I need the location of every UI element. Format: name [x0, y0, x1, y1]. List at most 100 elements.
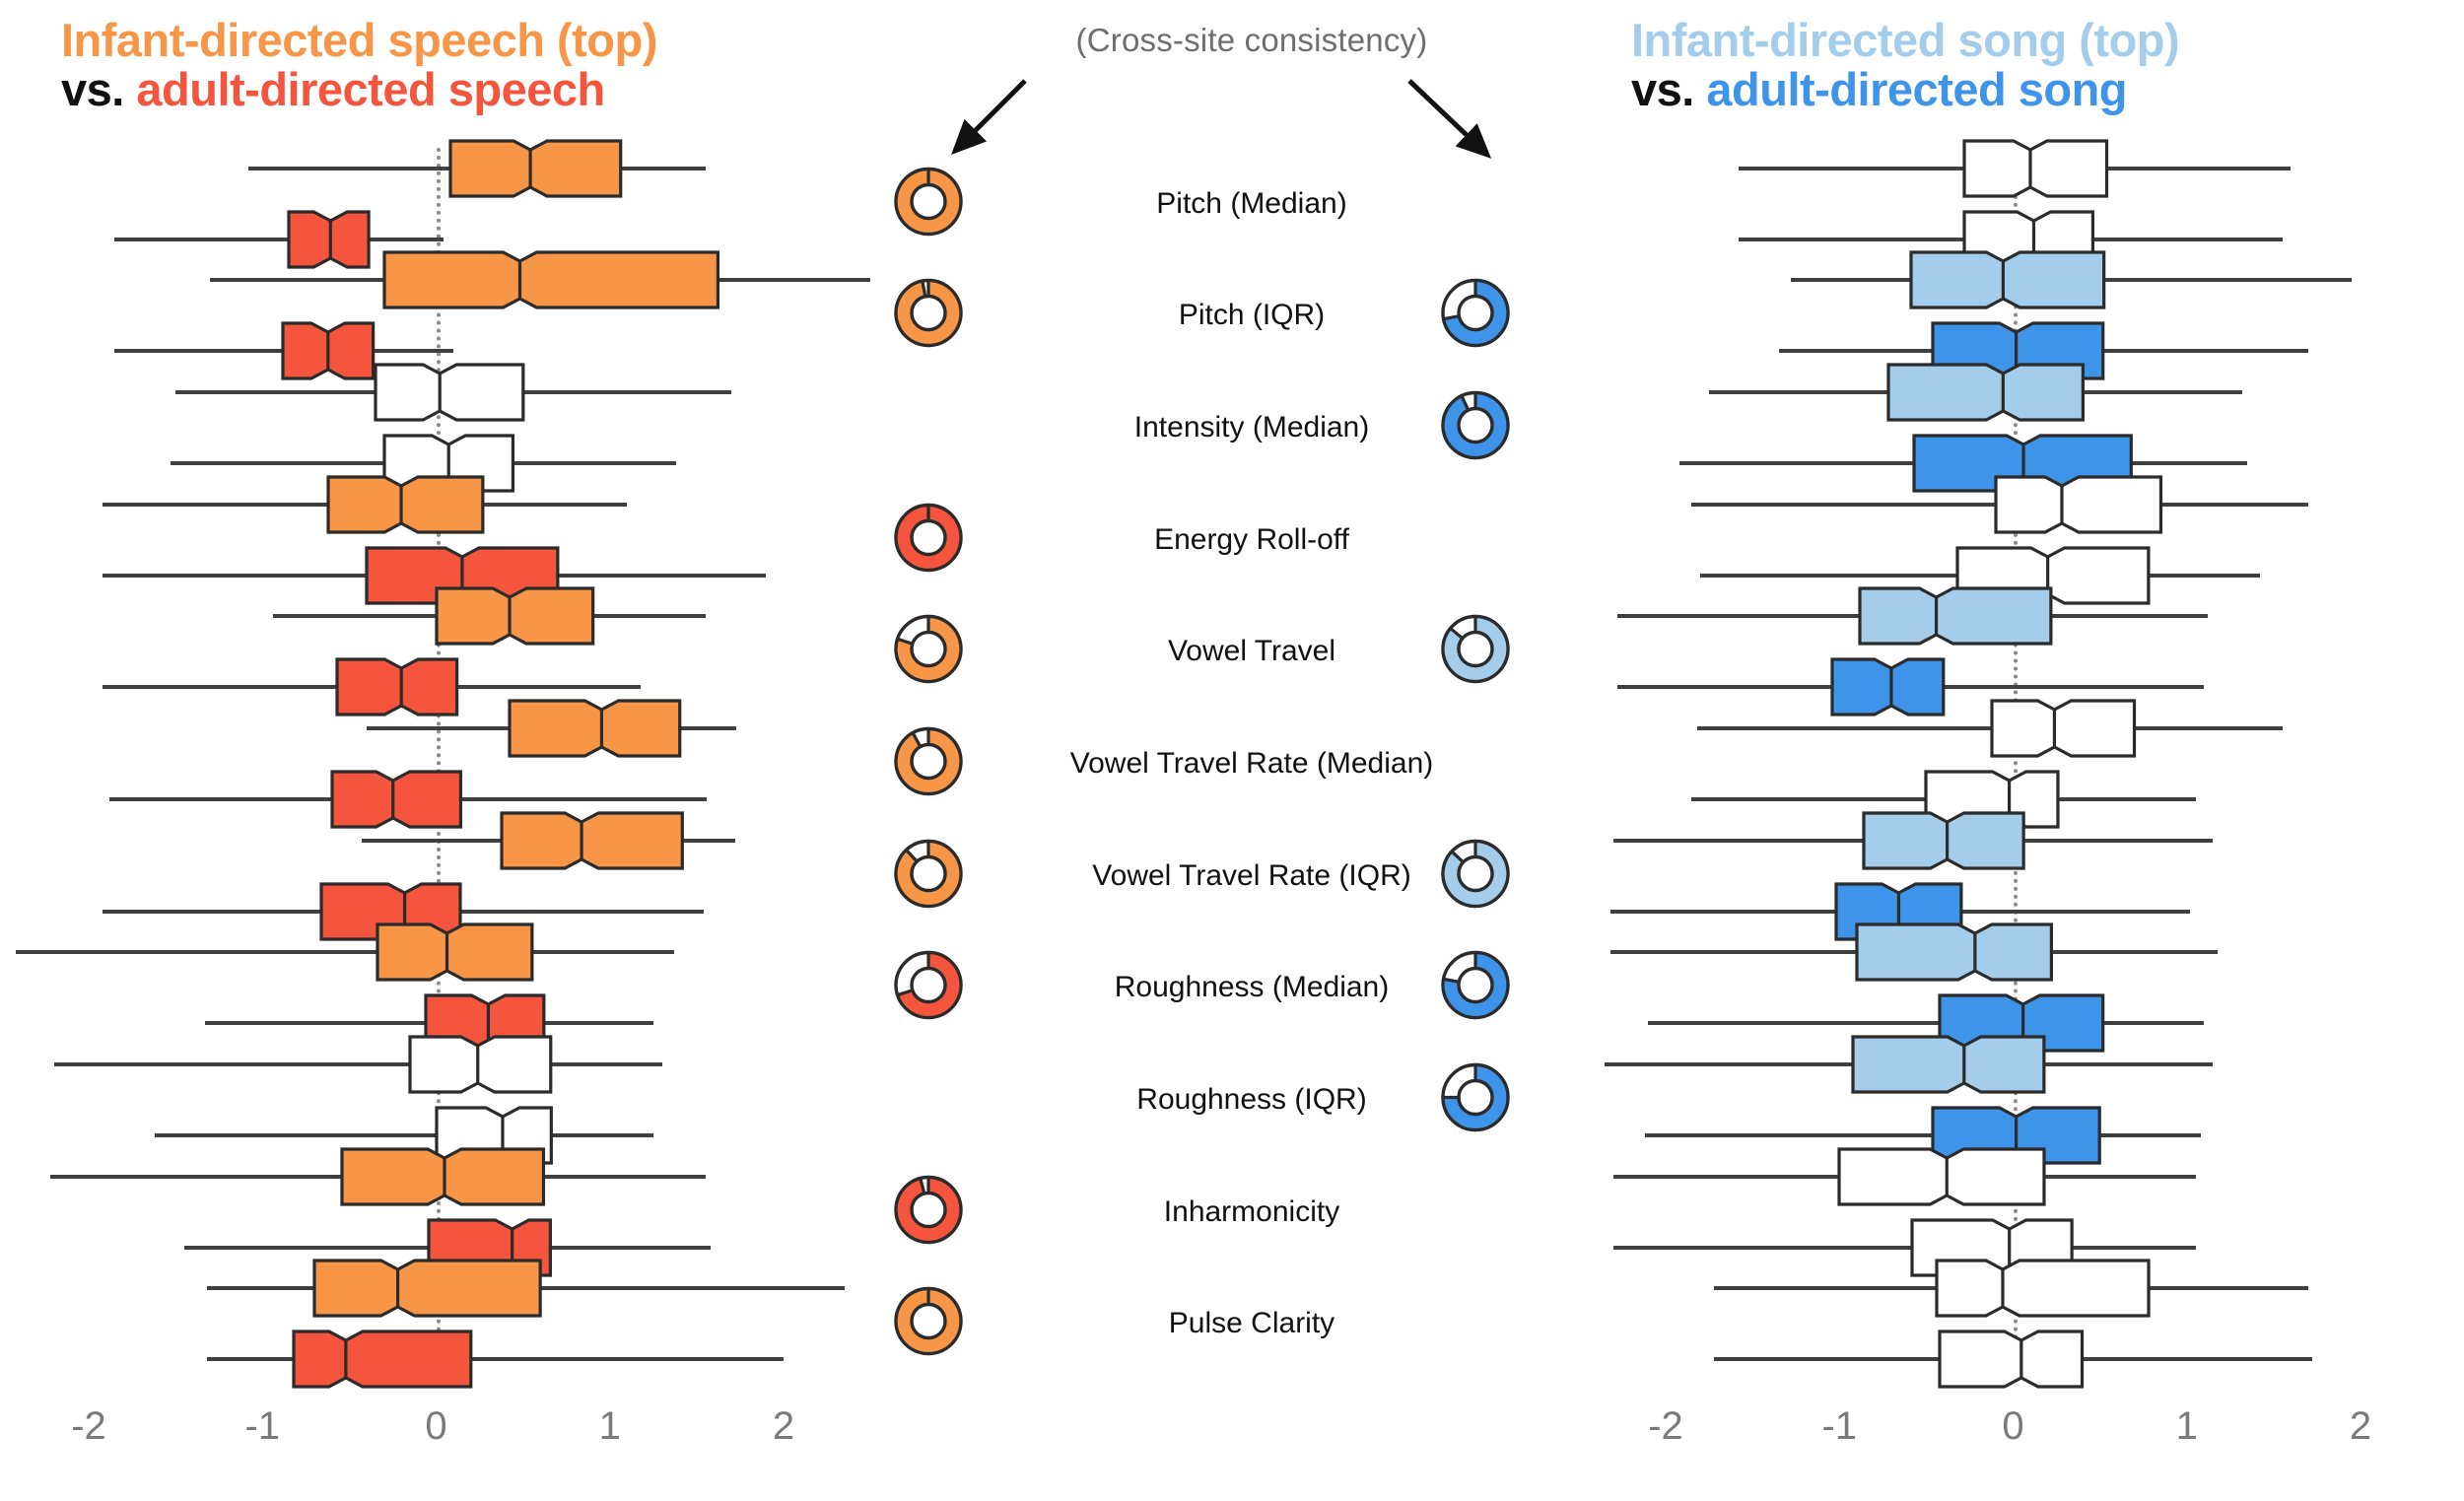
axis-tick: -2: [1648, 1404, 1683, 1448]
axis-tick: 2: [2349, 1404, 2372, 1448]
cross-site-consistency-donut: [887, 160, 970, 247]
boxplot-row: [1577, 1146, 2464, 1206]
axis-tick: 0: [2002, 1404, 2024, 1448]
boxplot-row: [1577, 363, 2464, 422]
box-shape: [1858, 586, 2053, 646]
axis-tick: -1: [244, 1404, 281, 1448]
boxplot-row: [0, 475, 887, 534]
box-shape: [1935, 1259, 2151, 1318]
x-axis-left: -2 -1 0 1 2: [0, 1404, 887, 1464]
boxplot-row: [1577, 139, 2464, 198]
boxplot-row: [0, 250, 887, 310]
cross-site-consistency-donut: [887, 1168, 970, 1256]
box-shape: [1994, 475, 2162, 534]
whisker-line: [154, 1132, 653, 1137]
feature-label: Inharmonicity: [1163, 1194, 1340, 1228]
speech-boxplot-panel: [0, 139, 887, 1389]
box-shape: [382, 250, 719, 310]
boxplot-row: [0, 1330, 887, 1389]
boxplot-row: [0, 699, 887, 758]
boxplot-row: [1577, 1259, 2464, 1318]
whisker-line: [15, 950, 674, 955]
feature-label: Roughness (IQR): [1136, 1082, 1367, 1116]
x-axis-right: -2 -1 0 1 2: [1577, 1404, 2464, 1464]
whisker-line: [53, 1061, 662, 1066]
right-title-vs: vs.: [1631, 62, 1707, 115]
box-shape: [447, 139, 622, 198]
feature-label: Pitch (Median): [1156, 186, 1347, 220]
boxplot-row: [1577, 1035, 2464, 1094]
cross-site-consistency-note: (Cross-site consistency): [1075, 22, 1428, 58]
right-panel-title: Infant-directed song (top) vs. adult-dir…: [1631, 14, 2180, 115]
box-shape: [374, 363, 525, 422]
left-title-vs: vs.: [61, 62, 137, 115]
feature-label: Pulse Clarity: [1168, 1307, 1335, 1340]
cross-site-consistency-donut: [887, 608, 970, 696]
whisker-line: [1648, 1021, 2205, 1026]
box-shape: [507, 699, 681, 758]
feature-label: Roughness (Median): [1114, 971, 1390, 1004]
box-shape: [312, 1259, 542, 1318]
box-shape: [1862, 811, 2025, 870]
box-shape: [1837, 1146, 2046, 1206]
cross-site-consistency-donut: [887, 496, 970, 583]
boxplot-row: [0, 1259, 887, 1318]
whisker-line: [1644, 1132, 2201, 1137]
axis-tick: 1: [2175, 1404, 2198, 1448]
figure-root: Infant-directed speech (top) vs. adult-d…: [0, 0, 2464, 1501]
whisker-line: [1613, 1245, 2196, 1250]
boxplot-row: [0, 811, 887, 870]
feature-label: Intensity (Median): [1133, 411, 1370, 444]
axis-tick: -2: [71, 1404, 106, 1448]
cross-site-consistency-donut: [887, 944, 970, 1032]
boxplot-row: [1577, 922, 2464, 982]
cross-site-consistency-donut: [887, 1280, 970, 1368]
axis-tick: 0: [425, 1404, 447, 1448]
whisker-line: [114, 237, 444, 241]
axis-tick: -1: [1821, 1404, 1858, 1448]
box-shape: [292, 1330, 473, 1389]
boxplot-row: [1577, 250, 2464, 310]
box-shape: [1851, 1035, 2046, 1094]
feature-label: Vowel Travel: [1167, 635, 1336, 668]
feature-label: Vowel Travel Rate (Median): [1069, 747, 1434, 780]
whisker-line: [1696, 726, 2283, 730]
speech-consistency-donuts: [887, 148, 1005, 1380]
feature-label: Vowel Travel Rate (IQR): [1092, 858, 1411, 892]
boxplot-row: [0, 922, 887, 982]
boxplot-row: [0, 586, 887, 646]
right-title-line2: vs. adult-directed song: [1631, 62, 2179, 115]
box-shape: [1938, 1330, 2085, 1389]
feature-label-column: Pitch (Median) Pitch (IQR) Intensity (Medi…: [1005, 148, 1498, 1380]
cross-site-consistency-donut: [887, 272, 970, 360]
box-shape: [326, 475, 485, 534]
left-title-line2-text: adult-directed speech: [136, 62, 605, 115]
feature-label: Pitch (IQR): [1178, 299, 1326, 332]
feature-label: Energy Roll-off: [1154, 522, 1349, 556]
boxplot-row: [0, 1035, 887, 1094]
boxplot-row: [1577, 811, 2464, 870]
boxplot-row: [1577, 699, 2464, 758]
box-shape: [500, 811, 685, 870]
box-shape: [1885, 363, 2085, 422]
boxplot-row: [0, 363, 887, 422]
cross-site-consistency-donut: [887, 832, 970, 920]
right-title-line1: Infant-directed song (top): [1631, 14, 2180, 66]
axis-tick: 2: [772, 1404, 795, 1448]
box-shape: [340, 1146, 546, 1206]
boxplot-row: [1577, 586, 2464, 646]
box-shape: [1855, 922, 2053, 982]
right-title-line2-text: adult-directed song: [1706, 62, 2127, 115]
box-shape: [408, 1035, 553, 1094]
left-panel-title: Infant-directed speech (top) vs. adult-d…: [61, 16, 657, 114]
cross-site-consistency-donut: [887, 720, 970, 808]
left-title-line2: vs. adult-directed speech: [61, 62, 657, 115]
boxplot-row: [0, 1146, 887, 1206]
box-shape: [1990, 699, 2137, 758]
box-shape: [434, 586, 594, 646]
boxplot-row: [1577, 475, 2464, 534]
box-shape: [1962, 139, 2109, 198]
song-boxplot-panel: [1577, 139, 2464, 1389]
left-title-line1: Infant-directed speech (top): [61, 14, 657, 66]
boxplot-row: [0, 139, 887, 198]
